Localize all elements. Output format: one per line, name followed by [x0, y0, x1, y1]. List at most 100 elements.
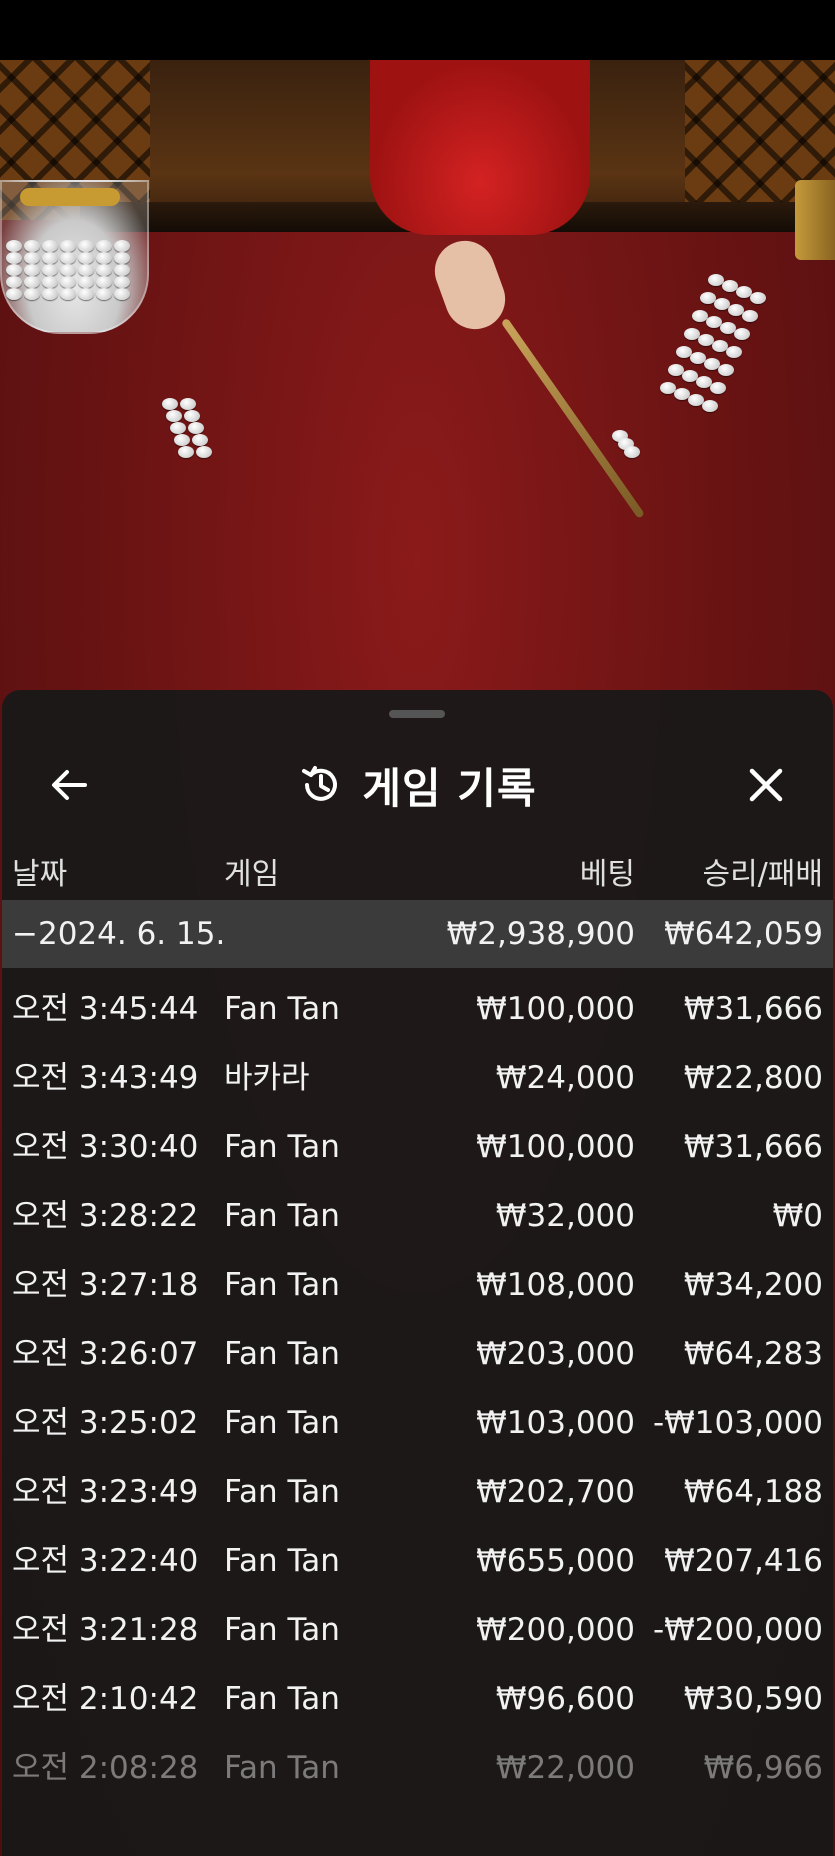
row-win-loss: ₩31,666	[683, 1129, 823, 1165]
bead	[60, 252, 76, 264]
bead	[78, 288, 94, 300]
row-bet: ₩24,000	[495, 1060, 635, 1096]
row-game: Fan Tan	[224, 1474, 340, 1510]
bead	[78, 240, 94, 252]
sheet-title: 게임 기록	[362, 763, 537, 813]
bead	[178, 446, 194, 458]
row-game: 바카라	[224, 1060, 310, 1096]
arrow-left-icon	[52, 770, 87, 800]
row-win-loss: ₩34,200	[683, 1267, 823, 1303]
history-row[interactable]: 오전 3:21:28 Fan Tan ₩200,000 -₩200,000	[2, 1596, 833, 1665]
bead	[114, 288, 130, 300]
history-row[interactable]: 오전 2:08:28 Fan Tan ₩22,000 ₩6,966	[2, 1734, 833, 1803]
row-game: Fan Tan	[224, 1129, 340, 1165]
bead	[170, 422, 186, 434]
bead	[78, 252, 94, 264]
row-time: 오전 3:26:07	[12, 1336, 199, 1372]
bead	[742, 310, 758, 322]
row-time: 오전 3:28:22	[12, 1198, 199, 1234]
bead	[6, 288, 22, 300]
bead	[96, 276, 112, 288]
bead	[624, 446, 640, 458]
history-row[interactable]: 오전 3:45:44 Fan Tan ₩100,000 ₩31,666	[2, 975, 833, 1044]
bead	[6, 264, 22, 276]
history-row[interactable]: 오전 3:30:40 Fan Tan ₩100,000 ₩31,666	[2, 1113, 833, 1182]
bead	[42, 288, 58, 300]
bead	[114, 252, 130, 264]
bead	[6, 276, 22, 288]
bead	[750, 292, 766, 304]
row-bet: ₩32,000	[495, 1198, 635, 1234]
history-row[interactable]: 오전 3:27:18 Fan Tan ₩108,000 ₩34,200	[2, 1251, 833, 1320]
row-bet: ₩108,000	[476, 1267, 635, 1303]
date-summary-row[interactable]: −2024. 6. 15. ₩2,938,900 ₩642,059	[2, 900, 833, 968]
history-row[interactable]: 오전 3:43:49 바카라 ₩24,000 ₩22,800	[2, 1044, 833, 1113]
summary-date: −2024. 6. 15.	[12, 916, 226, 952]
sheet-header: 게임 기록	[2, 740, 833, 830]
close-icon	[749, 768, 783, 802]
row-bet: ₩100,000	[476, 1129, 635, 1165]
bead	[188, 422, 204, 434]
row-game: Fan Tan	[224, 1612, 340, 1648]
title-group: 게임 기록	[2, 740, 833, 830]
bead	[192, 434, 208, 446]
row-bet: ₩203,000	[476, 1336, 635, 1372]
row-win-loss: ₩31,666	[683, 991, 823, 1027]
row-bet: ₩200,000	[476, 1612, 635, 1648]
bead	[196, 446, 212, 458]
game-history-sheet: 게임 기록 날짜 게임 베팅 승리/패배 −2024. 6. 15. ₩2,93…	[2, 690, 833, 1856]
row-bet: ₩103,000	[476, 1405, 635, 1441]
history-row[interactable]: 오전 3:22:40 Fan Tan ₩655,000 ₩207,416	[2, 1527, 833, 1596]
row-game: Fan Tan	[224, 1198, 340, 1234]
history-row[interactable]: 오전 3:28:22 Fan Tan ₩32,000 ₩0	[2, 1182, 833, 1251]
bead	[42, 276, 58, 288]
history-row[interactable]: 오전 3:25:02 Fan Tan ₩103,000 -₩103,000	[2, 1389, 833, 1458]
row-time: 오전 2:10:42	[12, 1681, 199, 1717]
bead	[114, 240, 130, 252]
bead	[180, 398, 196, 410]
bead	[726, 346, 742, 358]
back-button[interactable]	[24, 740, 114, 830]
row-win-loss: ₩207,416	[664, 1543, 823, 1579]
bead	[114, 264, 130, 276]
row-time: 오전 3:25:02	[12, 1405, 199, 1441]
bead	[162, 398, 178, 410]
row-game: Fan Tan	[224, 991, 340, 1027]
bead	[174, 434, 190, 446]
history-row[interactable]: 오전 3:26:07 Fan Tan ₩203,000 ₩64,283	[2, 1320, 833, 1389]
row-win-loss: ₩30,590	[683, 1681, 823, 1717]
bead	[24, 276, 40, 288]
bead	[734, 328, 750, 340]
bead	[24, 252, 40, 264]
summary-win-loss: ₩642,059	[664, 916, 823, 952]
summary-bet: ₩2,938,900	[446, 916, 635, 952]
history-row[interactable]: 오전 3:23:49 Fan Tan ₩202,700 ₩64,188	[2, 1458, 833, 1527]
row-game: Fan Tan	[224, 1681, 340, 1717]
bead	[6, 252, 22, 264]
brass-cup	[795, 180, 835, 260]
sheet-drag-handle[interactable]	[389, 710, 445, 718]
row-bet: ₩655,000	[476, 1543, 635, 1579]
bead	[24, 240, 40, 252]
history-row[interactable]: 오전 2:10:42 Fan Tan ₩96,600 ₩30,590	[2, 1665, 833, 1734]
bead	[42, 252, 58, 264]
row-game: Fan Tan	[224, 1750, 340, 1786]
bead	[96, 264, 112, 276]
row-bet: ₩202,700	[476, 1474, 635, 1510]
row-win-loss: -₩200,000	[652, 1612, 823, 1648]
screen: 게임 기록 날짜 게임 베팅 승리/패배 −2024. 6. 15. ₩2,93…	[0, 0, 835, 1856]
bead	[184, 410, 200, 422]
bead	[24, 264, 40, 276]
row-time: 오전 3:43:49	[12, 1060, 199, 1096]
row-win-loss: ₩6,966	[703, 1750, 823, 1786]
row-time: 오전 3:21:28	[12, 1612, 199, 1648]
bead	[718, 364, 734, 376]
bead	[96, 252, 112, 264]
bead	[710, 382, 726, 394]
bead	[96, 288, 112, 300]
bead	[6, 240, 22, 252]
row-time: 오전 3:45:44	[12, 991, 199, 1027]
close-button[interactable]	[721, 740, 811, 830]
row-win-loss: ₩22,800	[683, 1060, 823, 1096]
history-icon	[302, 766, 338, 801]
